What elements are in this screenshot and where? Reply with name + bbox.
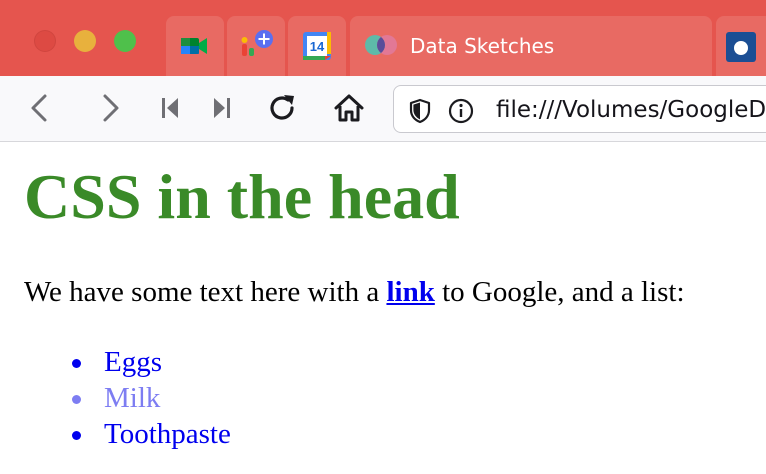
list-item: Milk [72,380,231,416]
url-text[interactable]: file:///Volumes/GoogleDrive/ [496,97,766,123]
para-text-after: to Google, and a list: [434,276,685,308]
reload-button[interactable] [264,90,300,126]
back-icon [31,94,47,122]
google-people-add-icon [241,30,273,56]
skip-forward-button[interactable] [204,90,240,126]
skip-back-button[interactable] [152,90,188,126]
reload-icon [270,95,294,120]
google-calendar-icon: 14 [303,32,331,60]
browser-window: 14 Data Sketches file:///Volumes/GoogleD… [0,0,766,474]
list-item-label: Milk [104,382,161,414]
forward-icon [103,94,119,122]
bullet-icon [72,359,81,368]
pinned-tab-meet[interactable] [166,16,224,76]
list-item: Eggs [72,344,231,380]
info-icon[interactable] [448,98,474,124]
google-link[interactable]: link [386,276,434,308]
page-content: CSS in the head We have some text here w… [0,142,766,474]
home-button[interactable] [331,90,367,126]
skip-forward-icon [214,98,230,118]
calendar-badge: 14 [310,39,325,54]
tab-strip: 14 Data Sketches [0,0,766,76]
minimize-window-button[interactable] [74,30,96,52]
navigation-toolbar: file:///Volumes/GoogleDrive/ [0,76,766,142]
bullet-icon [72,431,81,440]
pinned-tab-people[interactable] [227,16,285,76]
tab-next[interactable] [716,16,766,76]
tab-data-sketches[interactable]: Data Sketches [350,16,712,76]
zoom-window-button[interactable] [114,30,136,52]
list-item-label: Eggs [104,346,162,378]
next-tab-favicon [726,32,756,62]
intro-paragraph: We have some text here with a link to Go… [24,276,685,309]
tab-title: Data Sketches [410,34,555,58]
shopping-list: Eggs Milk Toothpaste [72,344,231,452]
list-item: Toothpaste [72,416,231,452]
address-bar[interactable]: file:///Volumes/GoogleDrive/ [393,85,766,133]
close-window-button[interactable] [34,30,56,52]
forward-button[interactable] [92,90,128,126]
para-text-before: We have some text here with a [24,276,387,308]
data-sketches-icon [365,35,397,55]
google-meet-icon [181,38,207,54]
pinned-tab-calendar[interactable]: 14 [288,16,346,76]
shield-icon[interactable] [408,98,432,124]
list-item-label: Toothpaste [104,418,231,450]
back-button[interactable] [22,90,58,126]
home-icon [334,94,364,122]
page-heading: CSS in the head [24,161,460,232]
bullet-icon [72,395,81,404]
skip-back-icon [162,98,178,118]
